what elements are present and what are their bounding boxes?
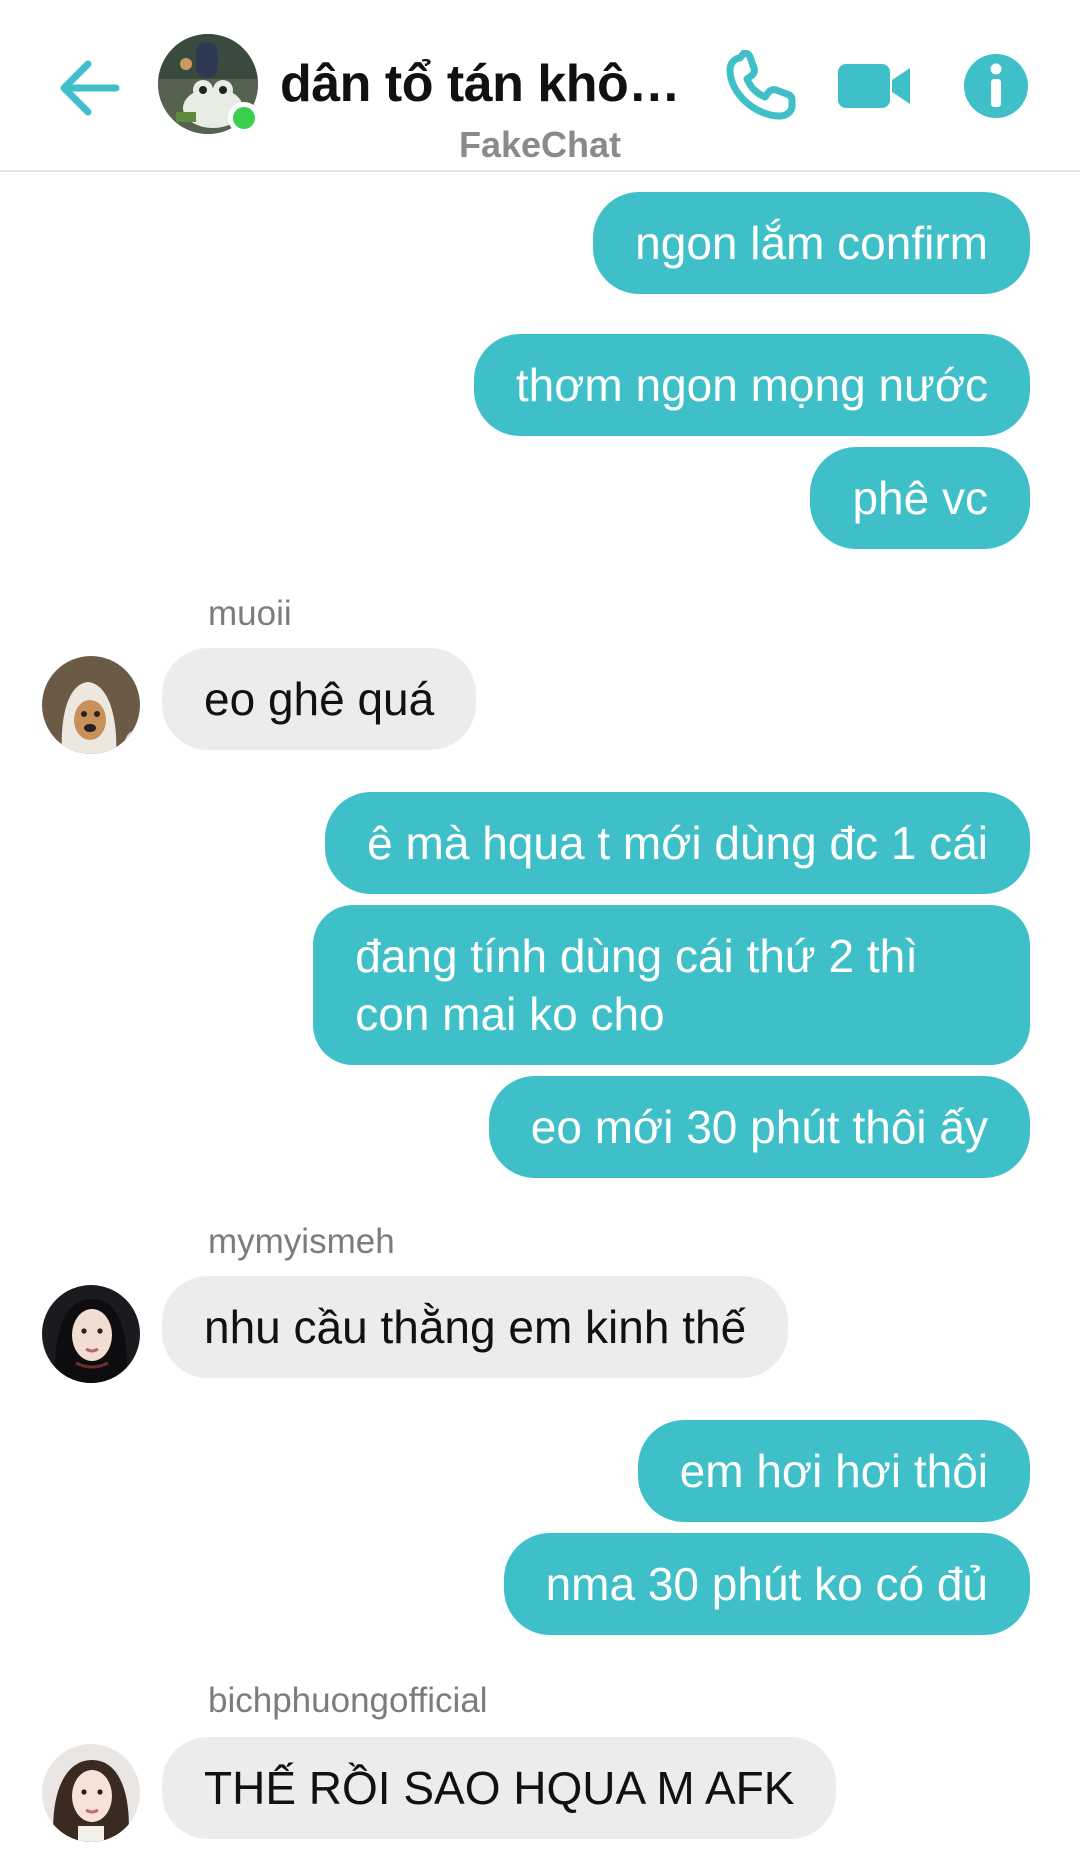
incoming-message[interactable]: THẾ RỒI SAO HQUA M AFK (162, 1737, 837, 1839)
chat-header: dân tổ tán khôn... FakeChat (0, 0, 1080, 172)
sender-name: bichphuongofficial (208, 1681, 488, 1720)
avatar[interactable] (42, 1285, 140, 1383)
chat-screen: dân tổ tán khôn... FakeChat ngon lắm con… (0, 0, 1080, 1876)
phone-icon[interactable] (718, 49, 802, 122)
outgoing-message[interactable]: em hơi hơi thôi (637, 1420, 1030, 1522)
video-camera-icon[interactable] (834, 50, 918, 122)
message-line: đang tính dùng cái thứ 2 thì (355, 930, 918, 982)
outgoing-message[interactable]: ê mà hqua t mới dùng đc 1 cái (325, 792, 1030, 894)
outgoing-message[interactable]: đang tính dùng cái thứ 2 thì con mai ko … (313, 905, 1030, 1065)
outgoing-message[interactable]: eo mới 30 phút thôi ấy (488, 1076, 1030, 1178)
sender-name: muoii (208, 594, 292, 633)
back-arrow-icon[interactable] (54, 52, 126, 124)
outgoing-message[interactable]: thơm ngon mọng nước (473, 334, 1030, 436)
avatar[interactable] (42, 656, 140, 754)
group-avatar[interactable] (158, 34, 260, 134)
outgoing-message[interactable]: phê vc (810, 447, 1030, 549)
message-line: con mai ko cho (355, 988, 665, 1040)
outgoing-message[interactable]: ngon lắm confirm (593, 192, 1030, 294)
chat-title[interactable]: dân tổ tán khôn... (280, 54, 700, 114)
incoming-message[interactable]: nhu cầu thằng em kinh thế (162, 1276, 789, 1378)
sender-name: mymyismeh (208, 1222, 395, 1261)
info-icon[interactable] (960, 50, 1044, 122)
outgoing-message[interactable]: nma 30 phút ko có đủ (503, 1533, 1030, 1635)
incoming-message[interactable]: eo ghê quá (162, 648, 477, 750)
avatar[interactable] (42, 1744, 140, 1842)
chat-subtitle: FakeChat (458, 124, 622, 165)
